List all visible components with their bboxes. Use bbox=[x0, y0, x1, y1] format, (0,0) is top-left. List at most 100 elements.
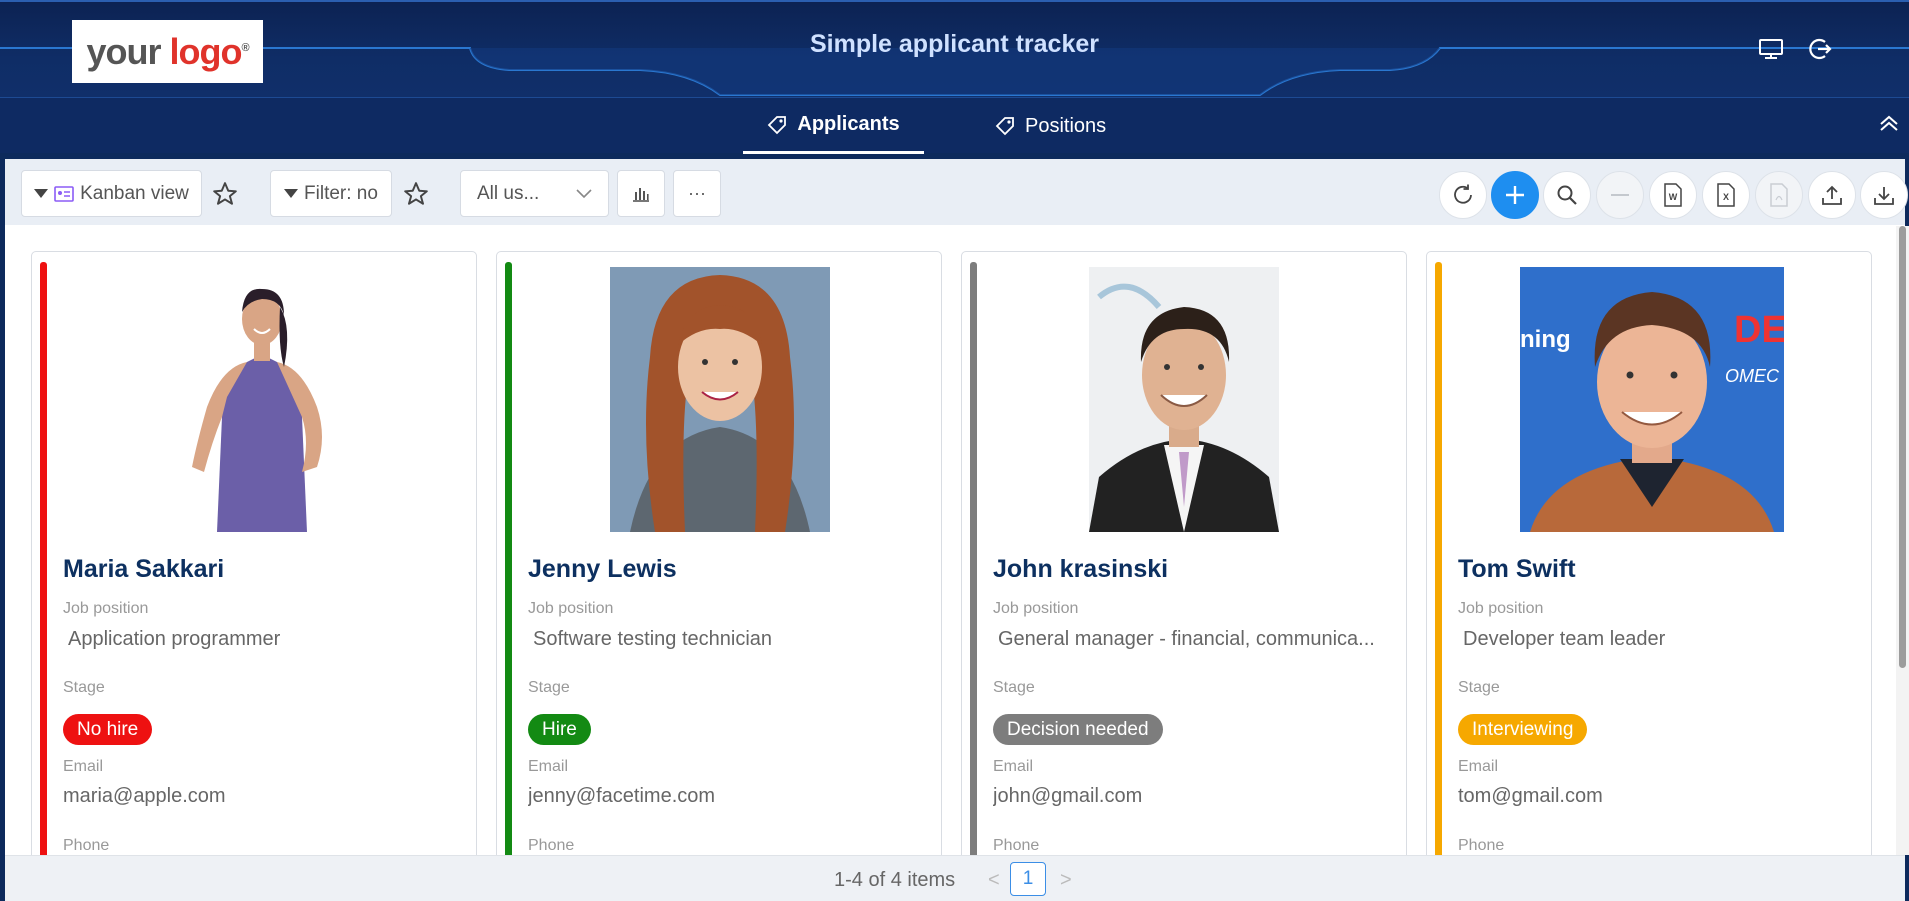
stage-badge: Interviewing bbox=[1458, 714, 1588, 745]
download-button[interactable] bbox=[1860, 171, 1908, 219]
add-button[interactable] bbox=[1491, 171, 1539, 219]
email-value: john@gmail.com bbox=[993, 785, 1143, 807]
applicant-name[interactable]: John krasinski bbox=[993, 555, 1168, 584]
applicant-photo: DEF OMEC ning bbox=[1520, 267, 1784, 532]
tab-applicants[interactable]: Applicants bbox=[743, 98, 924, 154]
stage-badge: Hire bbox=[528, 714, 591, 745]
job-position-value: Software testing technician bbox=[533, 628, 773, 650]
view-selector-label: Kanban view bbox=[80, 182, 189, 204]
chart-button[interactable] bbox=[617, 170, 665, 217]
page-number-button[interactable]: 1 bbox=[1010, 862, 1046, 896]
tabs-bar: Applicants Positions bbox=[0, 97, 1909, 154]
ellipsis-icon: ··· bbox=[688, 183, 706, 203]
stage-color-stripe bbox=[970, 262, 977, 870]
user-filter-select[interactable]: All us... bbox=[460, 170, 609, 217]
pager-summary: 1-4 of 4 items bbox=[834, 869, 956, 891]
job-position-label: Job position bbox=[63, 600, 149, 617]
bar-chart-icon bbox=[633, 187, 649, 202]
export-excel-button[interactable]: X bbox=[1702, 171, 1750, 219]
applicant-photo bbox=[162, 267, 362, 532]
scrollbar-thumb[interactable] bbox=[1899, 226, 1906, 668]
excel-file-icon: X bbox=[1717, 183, 1735, 207]
applicant-photo bbox=[610, 267, 830, 532]
pager-bar: 1-4 of 4 items < 1 > bbox=[5, 855, 1905, 901]
caret-down-icon bbox=[34, 189, 49, 198]
stage-label: Stage bbox=[1458, 679, 1500, 696]
minus-icon bbox=[1611, 194, 1629, 196]
id-card-icon bbox=[54, 185, 74, 202]
stage-color-stripe bbox=[1435, 262, 1442, 870]
email-value: tom@gmail.com bbox=[1458, 785, 1603, 807]
download-icon bbox=[1874, 187, 1894, 205]
search-button[interactable] bbox=[1543, 171, 1591, 219]
user-filter-value: All us... bbox=[477, 182, 540, 204]
applicant-photo bbox=[1089, 267, 1279, 532]
job-position-label: Job position bbox=[1458, 600, 1544, 617]
tab-positions[interactable]: Positions bbox=[995, 98, 1115, 154]
vertical-scrollbar[interactable] bbox=[1896, 226, 1909, 855]
stage-badge: No hire bbox=[63, 714, 153, 745]
search-icon bbox=[1557, 185, 1577, 205]
favorite-filter-star-icon[interactable] bbox=[403, 181, 429, 207]
more-options-button[interactable]: ··· bbox=[673, 170, 721, 217]
app-title: Simple applicant tracker bbox=[809, 30, 1099, 58]
next-page-button[interactable]: > bbox=[1060, 869, 1072, 892]
applicant-card[interactable]: Jenny Lewis Job position Software testin… bbox=[496, 251, 942, 871]
svg-text:OMEC: OMEC bbox=[1725, 366, 1780, 386]
collapse-header-icon[interactable] bbox=[1877, 112, 1901, 136]
filter-label: Filter: no bbox=[304, 182, 378, 204]
upload-icon bbox=[1822, 185, 1842, 205]
applicant-card[interactable]: Maria Sakkari Job position Application p… bbox=[31, 251, 477, 871]
logout-icon[interactable] bbox=[1805, 36, 1833, 62]
applicant-name[interactable]: Maria Sakkari bbox=[63, 555, 224, 584]
applicant-name[interactable]: Jenny Lewis bbox=[528, 555, 677, 584]
svg-text:ning: ning bbox=[1520, 326, 1571, 353]
job-position-label: Job position bbox=[528, 600, 614, 617]
pdf-file-icon bbox=[1770, 183, 1788, 207]
phone-label: Phone bbox=[993, 837, 1040, 854]
svg-text:W: W bbox=[1669, 192, 1678, 202]
email-label: Email bbox=[993, 758, 1034, 775]
stage-label: Stage bbox=[993, 679, 1035, 696]
stage-badge: Decision needed bbox=[993, 714, 1163, 745]
favorite-view-star-icon[interactable] bbox=[212, 181, 238, 207]
job-position-value: General manager - financial, communica..… bbox=[998, 628, 1375, 650]
job-position-value: Application programmer bbox=[68, 628, 281, 650]
view-selector-button[interactable]: Kanban view bbox=[21, 170, 202, 217]
tab-positions-label: Positions bbox=[1025, 114, 1107, 137]
email-value: maria@apple.com bbox=[63, 785, 226, 807]
export-pdf-button[interactable] bbox=[1755, 171, 1803, 219]
caret-down-icon bbox=[284, 189, 299, 198]
svg-text:X: X bbox=[1723, 192, 1729, 202]
monitor-icon[interactable] bbox=[1757, 36, 1785, 62]
applicant-card[interactable]: DEF OMEC ning Tom Swift Job position Dev… bbox=[1426, 251, 1872, 871]
toolbar: Kanban view Filter: no All us... ··· W X bbox=[5, 159, 1908, 225]
word-file-icon: W bbox=[1664, 183, 1682, 207]
plus-icon bbox=[1506, 186, 1524, 204]
tag-icon bbox=[995, 117, 1014, 136]
stage-label: Stage bbox=[63, 679, 105, 696]
phone-label: Phone bbox=[1458, 837, 1505, 854]
remove-button[interactable] bbox=[1596, 171, 1644, 219]
refresh-button[interactable] bbox=[1439, 171, 1487, 219]
email-label: Email bbox=[1458, 758, 1499, 775]
job-position-value: Developer team leader bbox=[1463, 628, 1666, 650]
email-label: Email bbox=[528, 758, 569, 775]
applicant-name[interactable]: Tom Swift bbox=[1458, 555, 1576, 584]
stage-label: Stage bbox=[528, 679, 570, 696]
job-position-label: Job position bbox=[993, 600, 1079, 617]
tag-icon bbox=[768, 115, 787, 134]
export-word-button[interactable]: W bbox=[1649, 171, 1697, 219]
email-label: Email bbox=[63, 758, 104, 775]
svg-text:DEF: DEF bbox=[1734, 309, 1784, 351]
stage-color-stripe bbox=[40, 262, 47, 870]
phone-label: Phone bbox=[63, 837, 110, 854]
app-header: your logo® Simple applicant tracker bbox=[0, 0, 1909, 97]
applicant-card[interactable]: John krasinski Job position General mana… bbox=[961, 251, 1407, 871]
main-panel: Kanban view Filter: no All us... ··· W X… bbox=[5, 159, 1908, 901]
stage-color-stripe bbox=[505, 262, 512, 870]
filter-button[interactable]: Filter: no bbox=[270, 170, 392, 217]
upload-button[interactable] bbox=[1808, 171, 1856, 219]
chevron-down-icon bbox=[576, 188, 592, 198]
prev-page-button[interactable]: < bbox=[988, 869, 1000, 892]
